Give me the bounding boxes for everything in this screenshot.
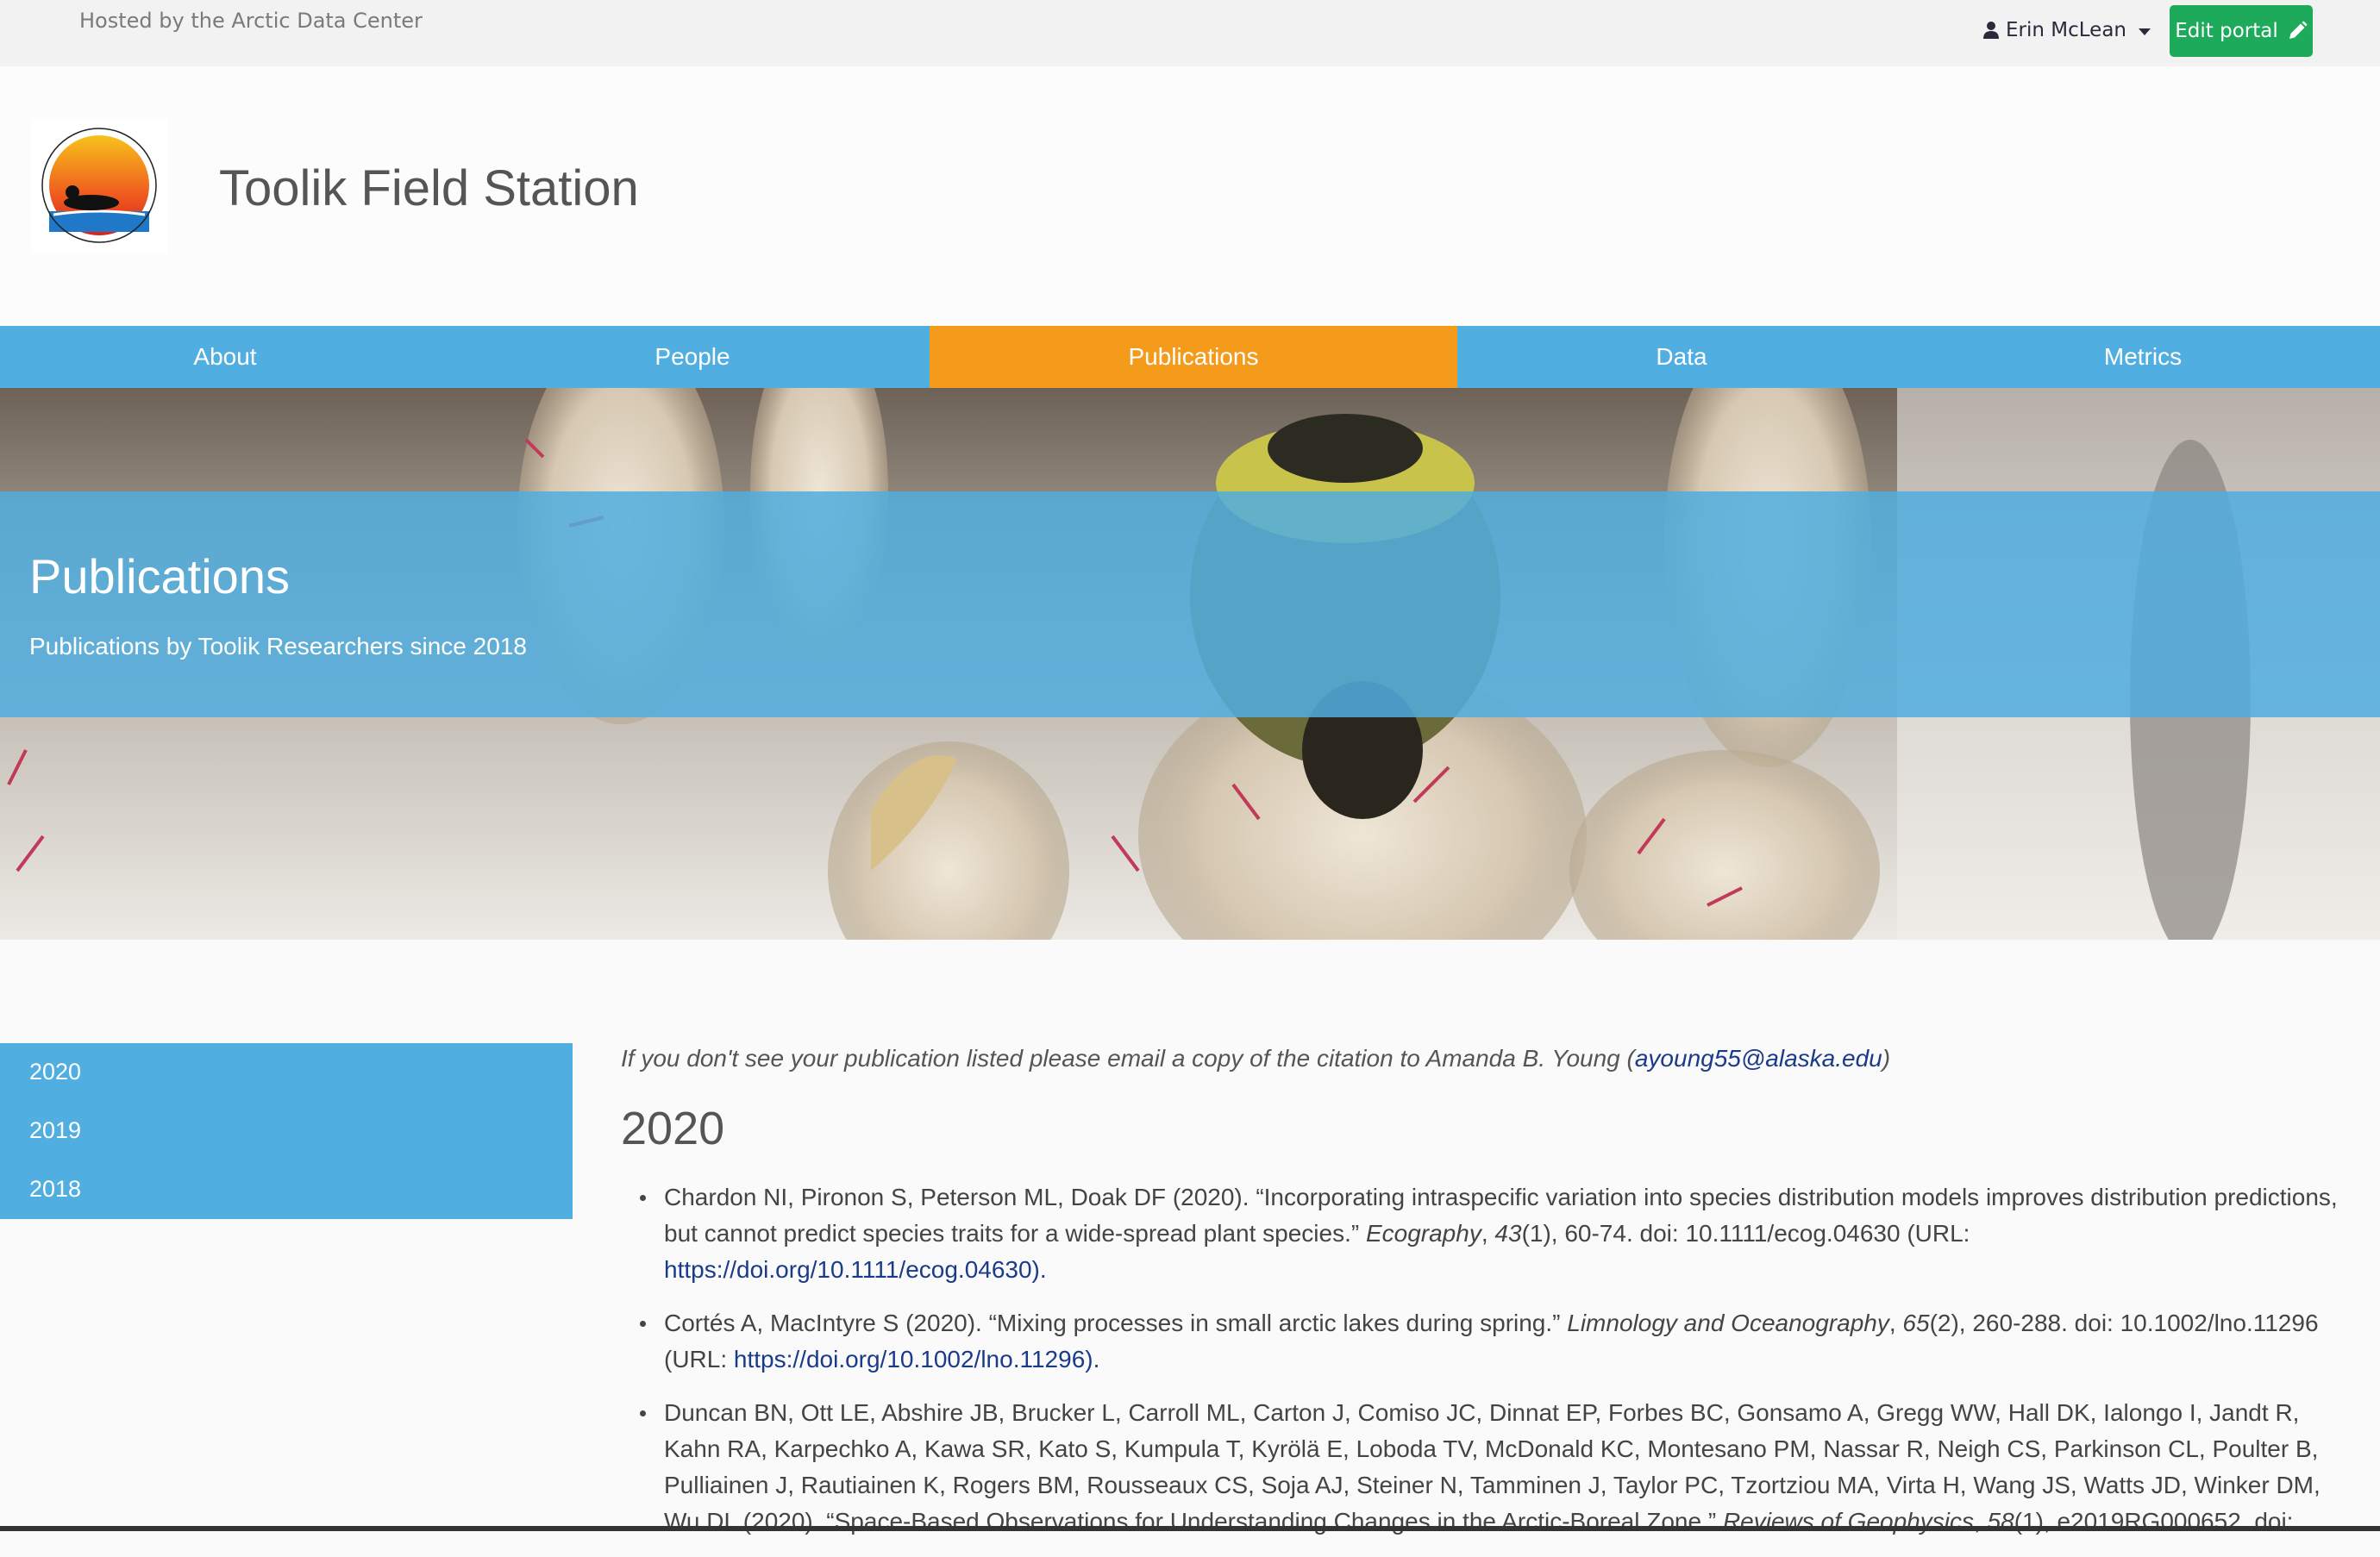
window-bottom-edge	[0, 1526, 2380, 1531]
edit-portal-button[interactable]: Edit portal	[2170, 5, 2313, 57]
publication-item: Duncan BN, Ott LE, Abshire JB, Brucker L…	[621, 1395, 2346, 1540]
sidebar-item-2018[interactable]: 2018	[29, 1176, 81, 1203]
edit-portal-label: Edit portal	[2175, 20, 2278, 42]
pub-citation: Cortés A, MacIntyre S (2020). “Mixing pr…	[664, 1310, 1568, 1336]
pencil-icon	[2289, 21, 2308, 39]
site-header: Toolik Field Station	[0, 66, 2380, 326]
sidebar-item-2019[interactable]: 2019	[29, 1117, 81, 1144]
year-sidebar: 2020 2019 2018	[0, 1043, 573, 1219]
site-title[interactable]: Toolik Field Station	[219, 159, 639, 217]
user-menu[interactable]: Erin McLean	[1983, 19, 2151, 41]
toolik-logo[interactable]	[31, 118, 167, 254]
hero-banner: Publications Publications by Toolik Rese…	[0, 388, 2380, 940]
pub-journal: Ecography	[1365, 1220, 1481, 1247]
nav-item-data[interactable]: Data	[1457, 326, 1906, 388]
notice-close: )	[1882, 1045, 1891, 1072]
chevron-down-icon	[2139, 28, 2151, 35]
pub-volume: 43	[1494, 1220, 1522, 1247]
contact-email-link[interactable]: ayoung55@alaska.edu	[1635, 1045, 1882, 1072]
publication-list: Chardon NI, Pironon S, Peterson ML, Doak…	[621, 1179, 2346, 1557]
user-name: Erin McLean	[2006, 19, 2126, 41]
pub-journal: Limnology and Oceanography	[1567, 1310, 1889, 1336]
user-icon	[1983, 22, 1999, 39]
page-subtitle: Publications by Toolik Researchers since…	[29, 633, 527, 660]
hosted-by-text: Hosted by the Arctic Data Center	[79, 9, 423, 33]
pub-sep: ,	[1481, 1220, 1495, 1247]
submission-notice: If you don't see your publication listed…	[621, 1045, 1890, 1072]
publication-item: Chardon NI, Pironon S, Peterson ML, Doak…	[621, 1179, 2346, 1288]
pub-url-link[interactable]: https://doi.org/10.1111/ecog.04630).	[664, 1256, 1047, 1283]
publication-item: Cortés A, MacIntyre S (2020). “Mixing pr…	[621, 1305, 2346, 1378]
nav-item-publications[interactable]: Publications	[930, 326, 1457, 388]
page-title: Publications	[29, 549, 290, 603]
pub-sep: ,	[1888, 1310, 1903, 1336]
notice-text: If you don't see your publication listed…	[621, 1045, 1635, 1072]
nav-item-metrics[interactable]: Metrics	[1906, 326, 2380, 388]
top-bar: Hosted by the Arctic Data Center Erin Mc…	[0, 0, 2380, 66]
hero-overlay-band	[0, 491, 2380, 717]
year-heading: 2020	[621, 1103, 725, 1154]
sidebar-item-2020[interactable]: 2020	[29, 1059, 81, 1085]
nav-item-people[interactable]: People	[450, 326, 935, 388]
nav-item-about[interactable]: About	[0, 326, 450, 388]
pub-url-link[interactable]: https://doi.org/10.1002/lno.11296).	[734, 1346, 1099, 1373]
pub-volume: 65	[1902, 1310, 1930, 1336]
main-nav: About People Publications Data Metrics	[0, 326, 2380, 388]
pub-details: (1), 60-74. doi: 10.1111/ecog.04630 (URL…	[1521, 1220, 1970, 1247]
